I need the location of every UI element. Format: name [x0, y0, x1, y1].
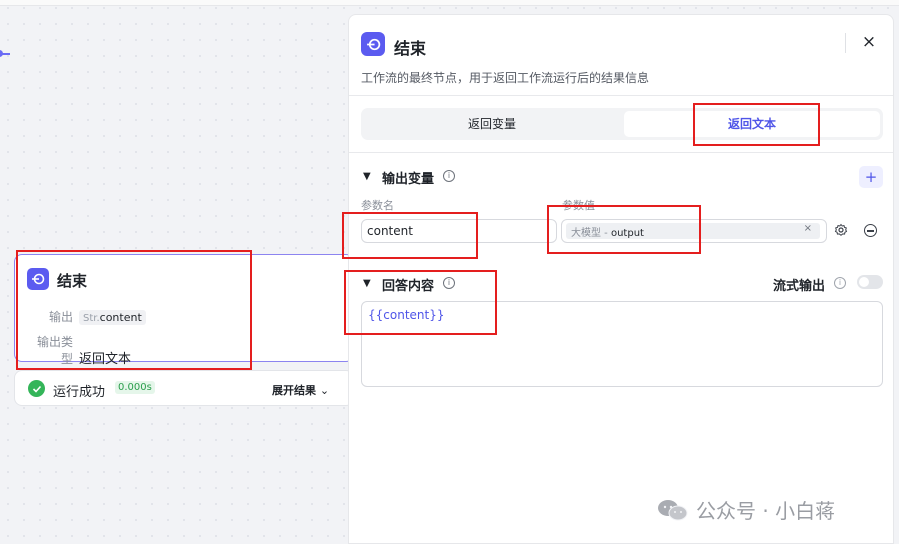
- divider: [349, 152, 893, 153]
- top-edge: [0, 0, 899, 6]
- clear-value-icon[interactable]: ×: [804, 223, 812, 234]
- run-time-badge: 0.000s: [115, 381, 155, 394]
- add-variable-button[interactable]: +: [859, 166, 883, 188]
- highlight-box-param-name: [342, 212, 478, 259]
- run-status-text: 运行成功: [53, 385, 106, 400]
- panel-title: 结束: [394, 39, 427, 58]
- expand-results-label: 展开结果: [272, 384, 316, 397]
- header-divider: [845, 33, 846, 53]
- info-icon: i: [834, 277, 846, 289]
- highlight-box-param-value: [547, 205, 701, 254]
- success-check-icon: [28, 380, 45, 397]
- close-icon[interactable]: ×: [859, 32, 879, 52]
- gear-icon[interactable]: [834, 223, 848, 237]
- info-icon: i: [443, 170, 455, 182]
- stream-output-label: 流式输出: [773, 279, 826, 294]
- tab-return-variable[interactable]: 返回变量: [364, 111, 620, 137]
- stream-output-toggle[interactable]: [857, 275, 883, 289]
- highlight-box-answer: [344, 270, 497, 335]
- highlight-box-node: [16, 250, 252, 370]
- watermark-text: 公众号 · 小白蒋: [696, 499, 836, 523]
- expand-results-button[interactable]: 展开结果 ⌄: [272, 382, 329, 398]
- collapse-chevron-icon[interactable]: ▼: [363, 171, 371, 182]
- run-status-bar: 运行成功 0.000s 展开结果 ⌄: [14, 370, 354, 406]
- chevron-down-icon: ⌄: [319, 384, 330, 397]
- divider: [349, 95, 893, 96]
- remove-variable-icon[interactable]: [864, 224, 877, 237]
- output-variables-title: 输出变量: [382, 172, 435, 187]
- panel-end-node-icon: [361, 32, 385, 56]
- highlight-box-tab: [693, 103, 820, 146]
- param-name-header: 参数名: [361, 199, 394, 212]
- wechat-icon: [658, 500, 688, 521]
- panel-description: 工作流的最终节点，用于返回工作流运行后的结果信息: [361, 71, 650, 85]
